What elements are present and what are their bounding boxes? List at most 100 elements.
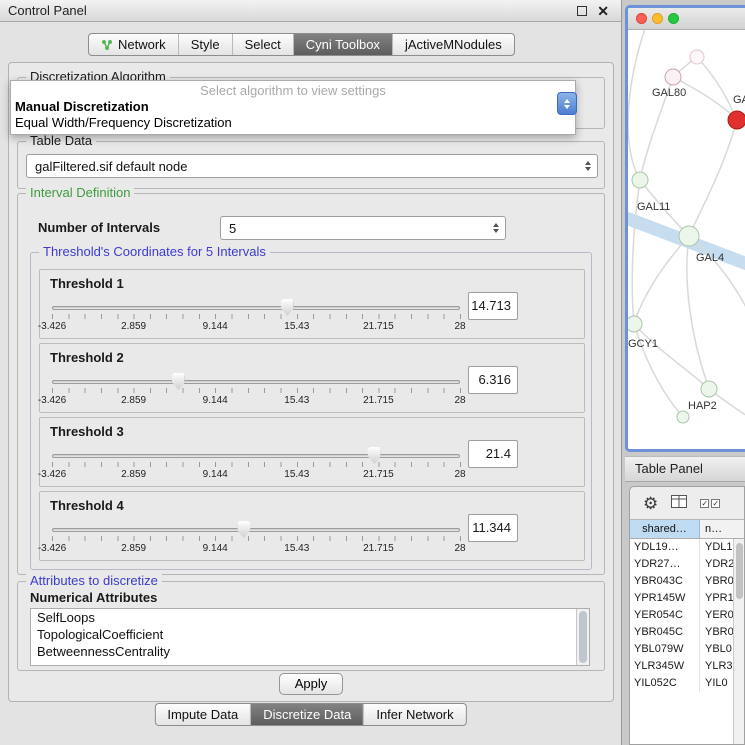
scrollbar-thumb[interactable] [736, 543, 743, 599]
cell-shared[interactable]: YDR27… [630, 556, 700, 573]
interval-definition-group: Interval Definition Number of Intervals … [17, 193, 605, 575]
tab-select[interactable]: Select [232, 34, 293, 55]
scale-label: 15.43 [284, 395, 309, 406]
control-panel-titlebar[interactable]: Control Panel ✕ [0, 0, 621, 22]
cell-shared[interactable]: YER054C [630, 607, 700, 624]
columns-icon[interactable] [671, 495, 687, 511]
cell-shared[interactable]: YBR045C [630, 624, 700, 641]
cell-shared[interactable]: YBR043C [630, 573, 700, 590]
slider-track[interactable] [52, 528, 460, 532]
tab-label: Infer Network [376, 704, 453, 725]
slider-ticks [52, 462, 461, 467]
scale-label: 9.144 [203, 321, 228, 332]
table-row[interactable]: YLR345WYLR3 [630, 658, 744, 675]
tab-discretize-data[interactable]: Discretize Data [250, 704, 363, 725]
threshold-3-value-field[interactable]: 21.4 [468, 440, 518, 468]
minimize-traffic-light-icon[interactable] [652, 13, 663, 24]
column-header-name[interactable]: n… [700, 520, 744, 538]
combobox-value: 5 [221, 221, 236, 236]
table-data-group: Table Data galFiltered.sif default node [17, 141, 605, 189]
gear-icon[interactable]: ⚙ [643, 495, 658, 512]
close-traffic-light-icon[interactable] [636, 13, 647, 24]
attributes-list[interactable]: SelfLoops TopologicalCoefficient Between… [30, 608, 590, 666]
column-header-shared-name[interactable]: shared… [630, 520, 700, 538]
node[interactable] [677, 411, 689, 423]
threshold-3-box: Threshold 3 -3.4262.8599.14415.4321.7152… [39, 417, 585, 487]
table-panel-window: ⚙ ✓ ✓ shared… n… YDL19…YDL1 YDR27…YDR2 Y… [629, 486, 745, 745]
combobox-stepper-icon[interactable] [493, 223, 505, 233]
network-icon [101, 39, 113, 51]
scale-label: -3.426 [38, 395, 66, 406]
table-toolbar: ⚙ ✓ ✓ [630, 487, 744, 519]
table-row[interactable]: YBL079WYBL0 [630, 641, 744, 658]
float-window-icon[interactable] [577, 6, 587, 16]
table-panel-header[interactable]: Table Panel [625, 456, 745, 482]
cell-shared[interactable]: YDL19… [630, 539, 700, 556]
tab-infer-network[interactable]: Infer Network [363, 704, 465, 725]
network-canvas[interactable]: GAL80 GA GAL11 GAL4 GCY1 HAP2 [628, 30, 745, 449]
scale-label: -3.426 [38, 469, 66, 480]
node-hap2[interactable] [701, 381, 717, 397]
threshold-2-value-field[interactable]: 6.316 [468, 366, 518, 394]
cell-shared[interactable]: YBL079W [630, 641, 700, 658]
table-scrollbar[interactable] [733, 539, 744, 744]
bottom-tab-strip: Impute Data Discretize Data Infer Networ… [154, 703, 466, 726]
node-red-selected[interactable] [728, 111, 745, 129]
node-gal11[interactable] [632, 172, 648, 188]
node-gcy1[interactable] [628, 316, 642, 332]
table-data-combobox[interactable]: galFiltered.sif default node [26, 154, 598, 178]
scale-label: 28 [454, 469, 465, 480]
thresholds-group: Threshold's Coordinates for 5 Intervals … [30, 252, 592, 570]
table-row[interactable]: YBR045CYBR0 [630, 624, 744, 641]
tab-impute-data[interactable]: Impute Data [155, 704, 250, 725]
node-gal4[interactable] [679, 226, 699, 246]
slider-track[interactable] [52, 380, 460, 384]
table-row[interactable]: YIL052CYIL0 [630, 675, 744, 692]
table-row[interactable]: YBR043CYBR0 [630, 573, 744, 590]
threshold-label: Threshold 3 [50, 424, 124, 439]
tab-jactivemnodules[interactable]: jActiveMNodules [392, 34, 514, 55]
cell-shared[interactable]: YLR345W [630, 658, 700, 675]
cell-shared[interactable]: YIL052C [630, 675, 700, 692]
cell-shared[interactable]: YPR145W [630, 590, 700, 607]
scale-label: 28 [454, 395, 465, 406]
list-scrollbar[interactable] [576, 609, 589, 665]
scrollbar-thumb[interactable] [579, 611, 587, 663]
number-of-intervals-label: Number of Intervals [38, 220, 160, 235]
node[interactable] [690, 50, 704, 64]
threshold-4-value-field[interactable]: 11.344 [468, 514, 518, 542]
table-row[interactable]: YPR145WYPR1 [630, 590, 744, 607]
threshold-1-value-field[interactable]: 14.713 [468, 292, 518, 320]
network-window-titlebar[interactable] [628, 8, 745, 30]
list-item[interactable]: SelfLoops [31, 609, 589, 626]
scale-label: -3.426 [38, 543, 66, 554]
close-icon[interactable]: ✕ [597, 2, 609, 20]
slider-track[interactable] [52, 454, 460, 458]
tab-label: Style [191, 34, 220, 55]
combobox-stepper-icon[interactable] [585, 161, 597, 171]
group-title: Table Data [26, 133, 96, 148]
zoom-traffic-light-icon[interactable] [668, 13, 679, 24]
slider-track[interactable] [52, 306, 460, 310]
attributes-group: Attributes to discretize Numerical Attri… [17, 581, 605, 671]
select-columns-icon[interactable]: ✓ ✓ [700, 499, 720, 508]
scale-label: 21.715 [363, 395, 394, 406]
popup-option-manual-discretization[interactable]: Manual Discretization [11, 99, 575, 115]
scale-label: 21.715 [363, 321, 394, 332]
tab-network[interactable]: Network [89, 34, 178, 55]
table-row[interactable]: YER054CYER0 [630, 607, 744, 624]
tab-style[interactable]: Style [178, 34, 232, 55]
list-item[interactable]: BetweennessCentrality [31, 643, 589, 660]
popup-option-equal-width-frequency[interactable]: Equal Width/Frequency Discretization [11, 115, 575, 131]
node-label-gal80: GAL80 [652, 87, 686, 99]
table-row[interactable]: YDL19…YDL1 [630, 539, 744, 556]
group-title: Attributes to discretize [26, 573, 162, 588]
threshold-label: Threshold 4 [50, 498, 124, 513]
combobox-stepper-focused-icon[interactable] [557, 92, 577, 115]
number-of-intervals-combobox[interactable]: 5 [220, 216, 506, 240]
tab-cyni-toolbox[interactable]: Cyni Toolbox [293, 34, 392, 55]
node-gal80[interactable] [665, 69, 681, 85]
apply-button[interactable]: Apply [279, 673, 343, 695]
list-item[interactable]: TopologicalCoefficient [31, 626, 589, 643]
table-row[interactable]: YDR27…YDR2 [630, 556, 744, 573]
